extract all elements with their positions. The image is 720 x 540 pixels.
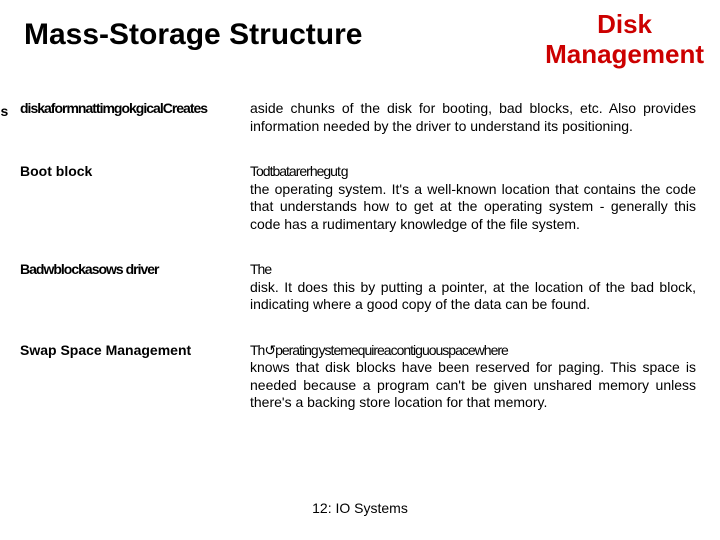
body-content: diskaformnattimgokgicalCreates aside chu… [0, 100, 720, 440]
label-text: Badwblockasows driver [20, 261, 159, 277]
desc-text: aside chunks of the disk for booting, ba… [250, 100, 696, 134]
desc-swap-space: Th↺perating ystemequireacontiguouspacewh… [250, 342, 720, 412]
section-title: Disk Management [545, 10, 704, 70]
label-text: diskaformnattimgokgicalCreates [20, 100, 207, 116]
desc-lead: Th↺perating ystemequireacontiguouspacewh… [250, 342, 508, 358]
row-swap-space: Swap Space Management Th↺perating ysteme… [0, 342, 720, 412]
label-text: Swap Space Management [20, 342, 191, 358]
desc-text: the operating system. It's a well-known … [250, 181, 696, 232]
label-disk-formatting: diskaformnattimgokgicalCreates [0, 100, 250, 116]
footer-text: 12: IO Systems [0, 500, 720, 516]
row-bad-blocks: Badwblockasows driver The disk. It does … [0, 261, 720, 314]
desc-text: knows that disk blocks have been reserve… [250, 359, 696, 410]
desc-disk-formatting: aside chunks of the disk for booting, ba… [250, 100, 720, 135]
main-title: Mass-Storage Structure [24, 18, 362, 52]
desc-lead: Todtbatarerhegut g [250, 163, 348, 179]
label-text: Boot block [20, 163, 92, 179]
slide-root: Mass-Storage Structure Disk Management g… [0, 0, 720, 540]
section-title-line1: Disk [597, 9, 652, 39]
desc-bad-blocks: The disk. It does this by putting a poin… [250, 261, 720, 314]
row-disk-formatting: diskaformnattimgokgicalCreates aside chu… [0, 100, 720, 135]
row-boot-block: Boot block Todtbatarerhegut g the operat… [0, 163, 720, 233]
label-boot-block: Boot block [0, 163, 250, 179]
desc-boot-block: Todtbatarerhegut g the operating system.… [250, 163, 720, 233]
desc-text: disk. It does this by putting a pointer,… [250, 279, 696, 313]
desc-lead: The [250, 261, 271, 277]
label-bad-blocks: Badwblockasows driver [0, 261, 250, 277]
section-title-line2: Management [545, 39, 704, 69]
label-swap-space: Swap Space Management [0, 342, 250, 358]
